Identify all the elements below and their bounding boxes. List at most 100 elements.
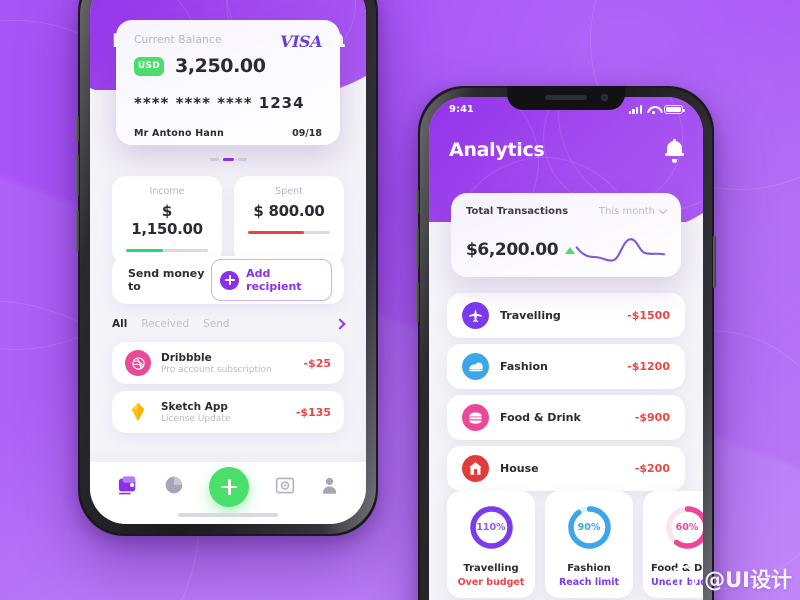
- pagination-dot-active[interactable]: [222, 158, 234, 161]
- stat-progress-bar: [248, 231, 330, 234]
- total-transactions-card[interactable]: Total Transactions This month $6,200.00: [451, 193, 681, 277]
- budget-cards-row: 110% Travelling Over budget 90% Fashion …: [447, 491, 703, 598]
- home-indicator: [178, 513, 278, 517]
- signal-bars-icon: [628, 105, 642, 114]
- transaction-name: Dribbble: [161, 351, 212, 364]
- send-money-card: Send money to Add recipient: [112, 256, 344, 304]
- nav-profile-icon[interactable]: [320, 475, 339, 499]
- tab-received[interactable]: Received: [141, 318, 189, 330]
- progress-ring: 90%: [566, 504, 613, 551]
- wallet-screen: My Wallet Current Balance VISA USD 3,250…: [90, 0, 366, 524]
- phone-left-wallet: My Wallet Current Balance VISA USD 3,250…: [76, 0, 378, 536]
- stat-card-income[interactable]: Income $ 1,150.00: [112, 176, 222, 264]
- category-name: House: [500, 462, 539, 475]
- progress-percent: 90%: [577, 522, 601, 533]
- weibo-logo-icon: [670, 565, 698, 593]
- progress-ring: 60%: [664, 504, 703, 551]
- table-row[interactable]: Sketch App License Update -$135: [112, 391, 344, 433]
- chevron-down-icon: [658, 205, 668, 215]
- tab-all[interactable]: All: [112, 318, 127, 330]
- credit-card[interactable]: Current Balance VISA USD 3,250.00 **** *…: [116, 20, 340, 145]
- transaction-subtitle: License Update: [161, 413, 231, 424]
- notch: [507, 86, 625, 110]
- triangle-up-icon: [565, 246, 576, 254]
- list-item[interactable]: Fashion -$1200: [447, 344, 685, 389]
- category-amount: -$900: [634, 411, 670, 424]
- plus-circle-icon: [220, 270, 240, 290]
- power-button[interactable]: [713, 236, 716, 288]
- currency-chip: USD: [134, 56, 164, 76]
- pagination-dot[interactable]: [237, 158, 247, 161]
- add-recipient-label: Add recipient: [246, 267, 302, 293]
- transaction-amount: -$135: [295, 405, 331, 419]
- visa-logo: VISA: [280, 32, 322, 51]
- card-number: **** **** **** 1234: [134, 94, 305, 112]
- category-amount: -$200: [634, 462, 670, 475]
- transaction-list: Dribbble Pro account subscription -$25 S…: [112, 342, 344, 433]
- pagination-dot[interactable]: [209, 158, 219, 161]
- card-pagination[interactable]: [90, 158, 366, 161]
- list-item[interactable]: House -$200: [447, 446, 685, 491]
- transaction-amount: -$25: [303, 356, 331, 370]
- analytics-screen: 9:41 Analytics Total Transactions This m…: [429, 97, 703, 600]
- table-row[interactable]: Dribbble Pro account subscription -$25: [112, 342, 344, 384]
- burger-icon: [462, 404, 489, 431]
- battery-icon: [664, 104, 685, 115]
- list-item[interactable]: Food & Drink -$900: [447, 395, 685, 440]
- period-label: This month: [598, 206, 655, 217]
- transaction-subtitle: Pro account subscription: [161, 364, 272, 375]
- nav-chart-pie-icon[interactable]: [164, 475, 184, 499]
- nav-add-fab-button[interactable]: [209, 467, 250, 507]
- stat-value: $ 1,150.00: [131, 202, 203, 238]
- category-name: Travelling: [500, 309, 561, 322]
- category-amount: -$1200: [627, 360, 670, 373]
- house-icon: [462, 455, 489, 482]
- bell-icon[interactable]: [665, 138, 684, 163]
- budget-card-travelling[interactable]: 110% Travelling Over budget: [447, 491, 535, 598]
- category-name: Food & Drink: [500, 411, 581, 424]
- stat-progress-bar: [126, 249, 208, 252]
- watermark-text: @UI设计: [704, 568, 792, 592]
- budget-status: Reach limit: [558, 577, 620, 588]
- stat-card-spent[interactable]: Spent $ 800.00: [234, 176, 344, 264]
- card-expiry: 09/18: [292, 128, 322, 139]
- wifi-icon: [647, 105, 659, 114]
- transaction-tabs: All Received Send: [112, 318, 346, 330]
- tab-send[interactable]: Send: [203, 318, 229, 330]
- category-amount: -$1500: [627, 309, 670, 322]
- progress-percent: 60%: [675, 522, 699, 533]
- transaction-name: Sketch App: [161, 400, 228, 413]
- watermark: @UI设计: [670, 564, 792, 594]
- budget-name: Fashion: [567, 563, 611, 574]
- volume-down-button[interactable]: [416, 228, 419, 268]
- volume-down-button[interactable]: [76, 154, 79, 196]
- dribbble-icon: [125, 350, 151, 376]
- progress-percent: 110%: [476, 522, 506, 533]
- status-time: 9:41: [449, 104, 474, 115]
- period-selector[interactable]: This month: [598, 205, 668, 217]
- total-transactions-label: Total Transactions: [466, 206, 569, 217]
- shoe-icon: [462, 353, 489, 380]
- nav-wallet-icon[interactable]: [117, 475, 139, 499]
- category-name: Fashion: [500, 360, 548, 373]
- stat-value: $ 800.00: [253, 202, 325, 220]
- balance-amount: 3,250.00: [175, 55, 266, 77]
- total-amount: $6,200.00: [466, 240, 559, 260]
- stat-label: Spent: [275, 186, 303, 197]
- sketch-icon: [125, 399, 151, 425]
- send-money-label: Send money to: [128, 267, 205, 293]
- budget-name: Travelling: [463, 563, 519, 574]
- stats-row: Income $ 1,150.00 Spent $ 800.00: [112, 176, 344, 264]
- list-item[interactable]: Travelling -$1500: [447, 293, 685, 338]
- budget-card-fashion[interactable]: 90% Fashion Reach limit: [545, 491, 633, 598]
- chevron-right-icon[interactable]: [334, 318, 346, 330]
- nav-safe-icon[interactable]: [275, 476, 295, 499]
- volume-up-button[interactable]: [416, 190, 419, 214]
- volume-up-button[interactable]: [76, 116, 79, 142]
- category-list: Travelling -$1500 Fashion -$1200 Food & …: [447, 293, 685, 491]
- add-recipient-button[interactable]: Add recipient: [211, 259, 332, 301]
- mute-switch[interactable]: [416, 282, 419, 322]
- phone-right-analytics: 9:41 Analytics Total Transactions This m…: [416, 86, 716, 600]
- stat-label: Income: [149, 186, 185, 197]
- mute-switch[interactable]: [76, 210, 79, 252]
